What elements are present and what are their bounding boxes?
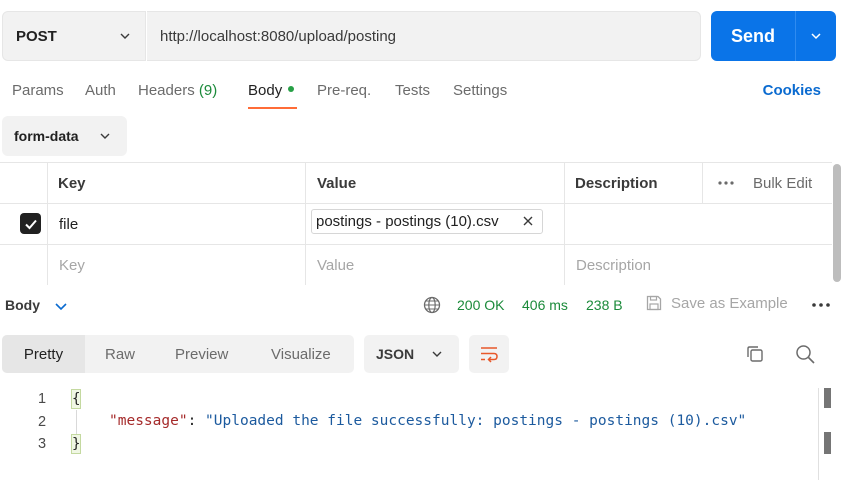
chevron-down-icon xyxy=(811,33,821,40)
editor-scroll-marker[interactable] xyxy=(824,388,831,408)
tab-tests[interactable]: Tests xyxy=(395,82,430,99)
tab-label: Pre-req. xyxy=(317,82,372,99)
send-options-button[interactable] xyxy=(796,11,836,61)
save-as-example-label: Save as Example xyxy=(671,294,788,312)
params-scrollbar[interactable] xyxy=(833,164,841,282)
tab-body[interactable]: Body xyxy=(248,82,295,99)
active-tab-underline xyxy=(248,107,297,109)
view-tab-preview[interactable]: Preview xyxy=(175,335,228,373)
cookies-link[interactable]: Cookies xyxy=(763,82,821,99)
format-label: JSON xyxy=(376,346,415,362)
column-header-key: Key xyxy=(58,174,86,192)
table-row-empty: Key Value Description xyxy=(0,245,832,286)
column-divider xyxy=(47,162,48,285)
tab-pre-request[interactable]: Pre-req. xyxy=(317,82,371,99)
response-time[interactable]: 406 ms xyxy=(522,297,568,313)
line-number: 1 xyxy=(38,391,47,407)
json-key: "message" xyxy=(109,413,188,429)
tab-label: Params xyxy=(12,82,64,99)
response-size[interactable]: 238 B xyxy=(586,297,623,313)
tab-label: Settings xyxy=(453,82,508,99)
save-icon xyxy=(646,295,662,311)
editor-scroll-marker[interactable] xyxy=(824,432,831,454)
close-brace: } xyxy=(71,434,81,454)
headers-count: (9) xyxy=(198,82,218,99)
tab-auth[interactable]: Auth xyxy=(85,82,116,99)
key-placeholder[interactable]: Key xyxy=(59,245,85,285)
column-divider xyxy=(564,162,565,285)
json-value: "Uploaded the file successfully: posting… xyxy=(205,413,747,429)
chevron-down-icon xyxy=(120,33,130,39)
request-tabs: Params Auth Headers (9) Body Pre-req. Te… xyxy=(0,78,842,110)
status-code[interactable]: 200 OK xyxy=(457,297,504,313)
value-placeholder[interactable]: Value xyxy=(317,245,354,285)
body-indicator-dot xyxy=(288,86,295,93)
response-section-label[interactable]: Body xyxy=(5,297,40,313)
tab-label: Auth xyxy=(85,82,116,99)
open-brace: { xyxy=(71,389,81,409)
row-checkbox[interactable] xyxy=(20,213,41,234)
view-tab-visualize[interactable]: Visualize xyxy=(271,335,331,373)
save-as-example-button[interactable]: Save as Example xyxy=(645,294,788,312)
column-header-value: Value xyxy=(317,174,357,192)
tab-settings[interactable]: Settings xyxy=(453,82,507,99)
response-view-tabs: Pretty Raw Preview Visualize xyxy=(2,335,354,373)
send-button[interactable]: Send xyxy=(711,11,795,61)
code-line: "message": "Uploaded the file successful… xyxy=(109,413,746,429)
wrap-icon xyxy=(481,347,498,363)
bulk-edit-link[interactable]: Bulk Edit xyxy=(753,163,812,203)
column-divider xyxy=(305,162,306,285)
url-input[interactable]: http://localhost:8080/upload/posting xyxy=(147,11,701,61)
wrap-lines-button[interactable] xyxy=(469,335,509,373)
column-header-description: Description xyxy=(575,174,658,192)
send-button-group: Send xyxy=(711,11,836,61)
more-icon[interactable] xyxy=(717,163,735,203)
url-text: http://localhost:8080/upload/posting xyxy=(160,27,397,45)
close-icon[interactable] xyxy=(520,213,536,229)
view-tab-raw[interactable]: Raw xyxy=(105,335,135,373)
tab-params[interactable]: Params xyxy=(12,82,64,99)
copy-icon[interactable] xyxy=(745,344,765,364)
view-tab-pretty[interactable]: Pretty xyxy=(2,335,85,373)
json-colon: : xyxy=(187,413,206,429)
chevron-down-icon[interactable] xyxy=(54,299,68,313)
file-name: postings - postings (10).csv xyxy=(316,213,499,230)
line-number: 3 xyxy=(38,436,47,452)
table-header-row: Key Value Description Bulk Edit xyxy=(0,163,832,204)
tab-label: Headers xyxy=(138,82,195,99)
search-icon[interactable] xyxy=(795,344,815,364)
tab-label: Body xyxy=(248,82,283,99)
chevron-down-icon xyxy=(100,133,110,139)
tab-headers[interactable]: Headers (9) xyxy=(138,82,217,99)
body-mode-select[interactable]: form-data xyxy=(2,116,127,156)
check-icon xyxy=(24,219,37,229)
format-select[interactable]: JSON xyxy=(364,335,459,373)
response-code-editor[interactable]: 1 2 3 { "message": "Uploaded the file su… xyxy=(0,388,818,480)
description-placeholder[interactable]: Description xyxy=(576,245,651,285)
globe-icon[interactable] xyxy=(423,296,441,314)
tab-label: Tests xyxy=(395,82,431,99)
file-chip[interactable]: postings - postings (10).csv xyxy=(311,209,543,234)
method-label: POST xyxy=(16,27,57,45)
more-icon[interactable] xyxy=(811,302,831,308)
method-select[interactable]: POST xyxy=(2,11,146,61)
row-key[interactable]: file xyxy=(59,204,78,244)
editor-divider xyxy=(818,388,819,480)
line-number: 2 xyxy=(38,414,47,430)
column-divider xyxy=(702,162,703,203)
chevron-down-icon xyxy=(432,351,442,357)
body-mode-label: form-data xyxy=(14,128,79,144)
